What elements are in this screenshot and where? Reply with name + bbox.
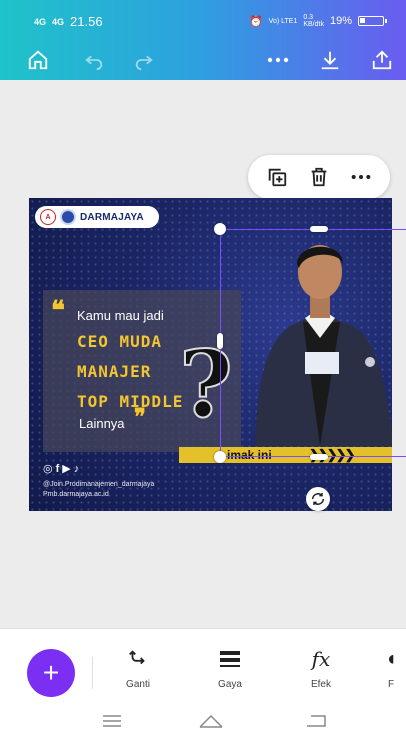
youtube-icon: ▶ (62, 463, 71, 475)
logo-pill[interactable]: A DARMAJAYA (35, 206, 159, 228)
banner-text[interactable]: imak ini (227, 447, 272, 463)
effects-button[interactable]: fx Efek (291, 645, 351, 701)
tiktok-icon: ♪ (73, 462, 80, 475)
status-time: 21.56 (70, 14, 103, 29)
filter-button[interactable]: ◖ F (376, 645, 406, 701)
duplicate-icon[interactable] (261, 161, 293, 193)
design-canvas[interactable]: A DARMAJAYA ❝ Kamu mau jadi CEO MUDA MAN… (29, 198, 392, 511)
headline-line5[interactable]: Lainnya (79, 416, 125, 431)
resize-handle-bottom-left[interactable] (214, 451, 226, 463)
website-url: Pmb.darmajaya.ac.id (43, 491, 109, 498)
status-bar: 4G 4G 21.56 ⏰ Vo) LTE1 0.3 KB/dtk 19% (0, 0, 406, 40)
home-nav-icon[interactable] (197, 710, 225, 732)
signal-2: 4G (52, 16, 65, 27)
institution-logo-1: A (40, 209, 56, 225)
headline-line4[interactable]: TOP MIDDLE (77, 392, 183, 411)
replace-icon (127, 645, 149, 673)
upload-icon[interactable] (366, 44, 398, 76)
logo-text: DARMAJAYA (80, 211, 144, 223)
effects-label: Efek (310, 679, 331, 690)
alarm-icon: ⏰ (248, 15, 263, 28)
headline-line2[interactable]: CEO MUDA (77, 332, 162, 351)
canva-editor: 4G 4G 21.56 ⏰ Vo) LTE1 0.3 KB/dtk 19% A … (0, 0, 406, 740)
status-right: ⏰ Vo) LTE1 0.3 KB/dtk 19% (248, 14, 387, 28)
facebook-icon: f (55, 462, 60, 475)
resize-handle-bottom[interactable] (310, 454, 328, 460)
style-label: Gaya (218, 679, 242, 690)
top-header: 4G 4G 21.56 ⏰ Vo) LTE1 0.3 KB/dtk 19% (0, 0, 406, 80)
close-quote-icon: ❞ (134, 404, 146, 430)
signal-1: 4G (34, 16, 47, 27)
resize-handle-left[interactable] (217, 333, 223, 349)
system-nav-bar (0, 700, 406, 740)
institution-logo-2 (60, 209, 76, 225)
battery-icon (358, 16, 387, 26)
style-button[interactable]: Gaya (200, 645, 260, 701)
more-horizontal-icon[interactable] (262, 44, 294, 76)
filter-label: F (387, 679, 395, 690)
bottom-toolbar: + Ganti Gaya fx Efek ◖ F (0, 628, 406, 700)
home-icon[interactable] (22, 44, 54, 76)
net-speed: 0.3 KB/dtk (303, 14, 324, 28)
add-button[interactable]: + (27, 649, 75, 697)
trash-icon[interactable] (303, 161, 335, 193)
resize-handle-top[interactable] (310, 226, 328, 232)
toolbar-divider (92, 657, 93, 689)
person-photo[interactable] (245, 234, 392, 446)
resize-handle-top-left[interactable] (214, 223, 226, 235)
undo-icon[interactable] (78, 44, 110, 76)
more-horizontal-icon[interactable] (345, 161, 377, 193)
element-action-bar (248, 155, 390, 199)
replace-label: Ganti (126, 679, 150, 690)
instagram-icon: ◎ (43, 463, 53, 475)
social-handle: @Join.Prodimanajemen_darmajaya (43, 481, 155, 488)
open-quote-icon: ❝ (51, 296, 65, 326)
battery-percent: 19% (329, 15, 352, 27)
redo-icon[interactable] (128, 44, 160, 76)
yellow-banner[interactable] (179, 447, 392, 463)
menu-icon[interactable] (98, 710, 126, 732)
effects-icon: fx (311, 647, 331, 671)
replace-button[interactable]: Ganti (108, 645, 168, 701)
editor-toolbar (0, 40, 406, 80)
download-icon[interactable] (314, 44, 346, 76)
lte-indicator: Vo) LTE1 (268, 17, 298, 25)
headline-line1[interactable]: Kamu mau jadi (77, 308, 164, 323)
style-icon (219, 645, 241, 673)
question-mark-graphic[interactable]: ? (178, 337, 234, 431)
social-icons: ◎ f ▶ ♪ (43, 462, 80, 476)
status-left: 4G 4G 21.56 (34, 14, 103, 29)
back-icon[interactable] (302, 710, 330, 732)
filter-icon: ◖ (384, 647, 398, 670)
headline-line3[interactable]: MANAJER (77, 362, 151, 381)
rotate-icon[interactable] (306, 487, 330, 511)
